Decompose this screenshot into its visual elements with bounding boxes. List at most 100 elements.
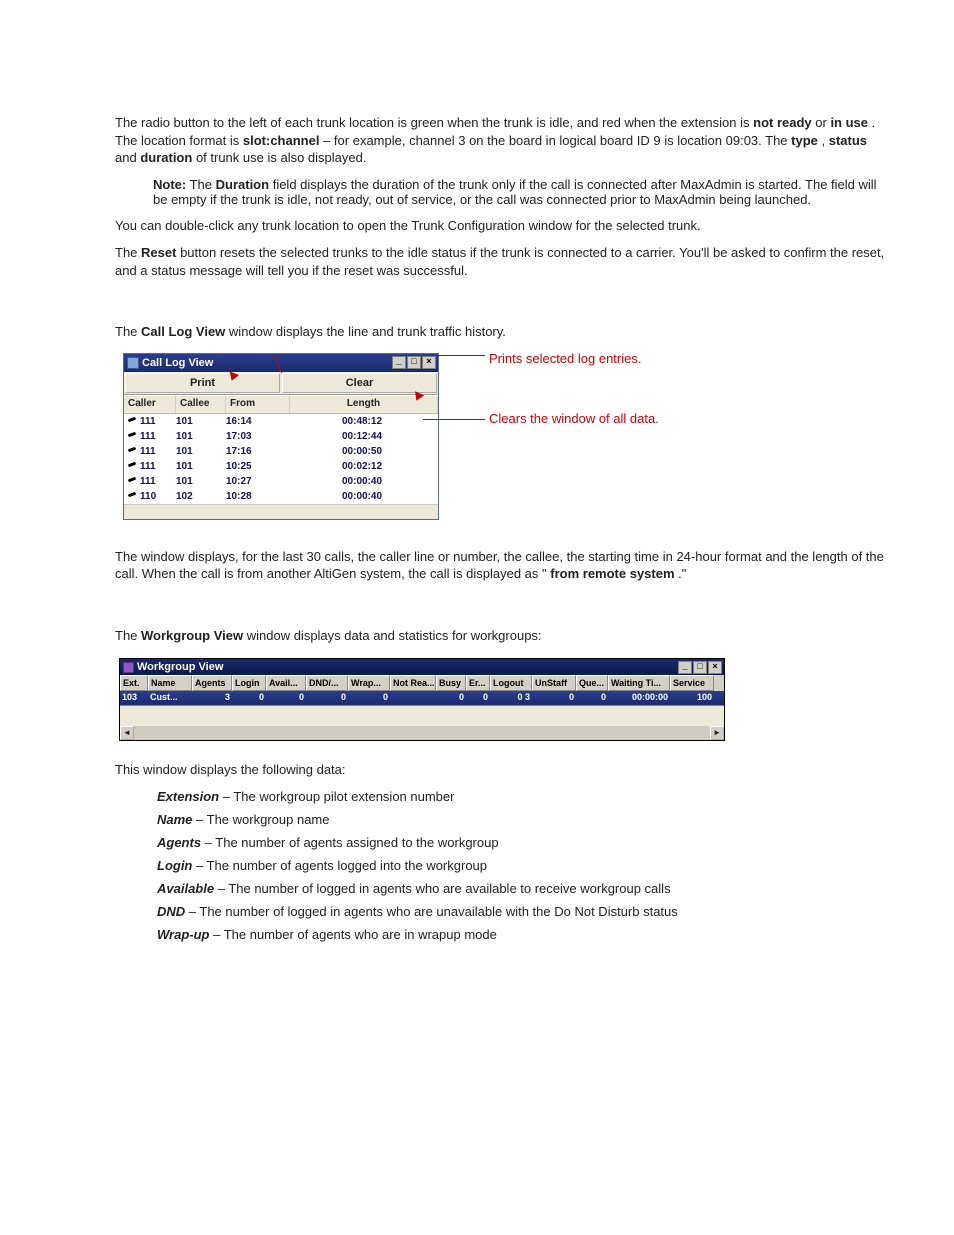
- table-row[interactable]: 11110116:1400:48:12: [124, 414, 438, 429]
- minimize-icon[interactable]: _: [392, 356, 406, 369]
- col-logout[interactable]: Logout: [490, 675, 532, 691]
- col-unstaff[interactable]: UnStaff: [532, 675, 576, 691]
- close-icon[interactable]: ×: [708, 661, 722, 674]
- term: DND: [157, 904, 185, 919]
- col-wrap[interactable]: Wrap...: [348, 675, 390, 691]
- note-label: Note:: [153, 177, 186, 192]
- desc: – The workgroup name: [192, 812, 329, 827]
- cell: 00:00:40: [290, 474, 434, 489]
- cell: 102: [176, 489, 226, 504]
- text-strong: duration: [140, 150, 192, 165]
- term: Name: [157, 812, 192, 827]
- empty-area: [120, 705, 724, 726]
- minimize-icon[interactable]: _: [678, 661, 692, 674]
- cell: 3: [192, 691, 232, 705]
- print-button[interactable]: Print: [125, 373, 280, 393]
- table-row[interactable]: 11110110:2500:02:12: [124, 459, 438, 474]
- paragraph: The Workgroup View window displays data …: [115, 627, 889, 645]
- col-avail[interactable]: Avail...: [266, 675, 306, 691]
- cell: 00:00:50: [290, 444, 434, 459]
- col-from[interactable]: From: [226, 395, 290, 413]
- list-item: Wrap-up – The number of agents who are i…: [157, 927, 889, 942]
- paragraph: The Reset button resets the selected tru…: [115, 244, 889, 279]
- cell: 101: [176, 414, 226, 429]
- col-dnd[interactable]: DND/...: [306, 675, 348, 691]
- phone-icon: [128, 432, 138, 440]
- cell: 17:03: [226, 429, 290, 444]
- cell: 111: [128, 414, 176, 429]
- table-header: Ext. Name Agents Login Avail... DND/... …: [120, 675, 724, 691]
- col-waiting[interactable]: Waiting Ti...: [608, 675, 670, 691]
- phone-icon: [128, 447, 138, 455]
- table-row[interactable]: 11110117:1600:00:50: [124, 444, 438, 459]
- list-item: Agents – The number of agents assigned t…: [157, 835, 889, 850]
- col-caller[interactable]: Caller: [124, 395, 176, 413]
- text: window displays data and statistics for …: [247, 628, 542, 643]
- scroll-right-icon[interactable]: ►: [710, 726, 724, 740]
- col-busy[interactable]: Busy: [436, 675, 466, 691]
- text: The: [115, 628, 141, 643]
- text: The radio button to the left of each tru…: [115, 115, 753, 130]
- cell: 111: [128, 429, 176, 444]
- phone-icon: [128, 492, 138, 500]
- term: Available: [157, 881, 214, 896]
- col-notready[interactable]: Not Rea...: [390, 675, 436, 691]
- text-strong: type: [791, 133, 818, 148]
- cell: 101: [176, 474, 226, 489]
- text: – for example, channel 3 on the board in…: [323, 133, 791, 148]
- phone-icon: [128, 477, 138, 485]
- cell: 0: [436, 691, 466, 705]
- col-ext[interactable]: Ext.: [120, 675, 148, 691]
- text: The: [190, 177, 216, 192]
- scroll-left-icon[interactable]: ◄: [120, 726, 134, 740]
- table-row[interactable]: 11110110:2700:00:40: [124, 474, 438, 489]
- cell: 0: [466, 691, 490, 705]
- table-header: Caller Callee From Length: [124, 395, 438, 414]
- cell: 0: [348, 691, 390, 705]
- desc: – The number of agents logged into the w…: [192, 858, 487, 873]
- col-login[interactable]: Login: [232, 675, 266, 691]
- list-item: Login – The number of agents logged into…: [157, 858, 889, 873]
- col-agents[interactable]: Agents: [192, 675, 232, 691]
- maximize-icon[interactable]: □: [407, 356, 421, 369]
- term: Login: [157, 858, 192, 873]
- paragraph: The Call Log View window displays the li…: [115, 323, 889, 341]
- table-row[interactable]: 103 Cust... 3 0 0 0 0 0 0 0 3 0 0 00:00:…: [120, 691, 724, 705]
- list-item: DND – The number of logged in agents who…: [157, 904, 889, 919]
- term: Extension: [157, 789, 219, 804]
- table-row[interactable]: 11110117:0300:12:44: [124, 429, 438, 444]
- col-service[interactable]: Service: [670, 675, 714, 691]
- workgroup-window: Workgroup View _ □ × Ext. Name Agents Lo…: [119, 658, 725, 741]
- col-callee[interactable]: Callee: [176, 395, 226, 413]
- close-icon[interactable]: ×: [422, 356, 436, 369]
- cell: 00:48:12: [290, 414, 434, 429]
- desc: – The number of logged in agents who are…: [214, 881, 670, 896]
- text: and: [115, 150, 140, 165]
- list-item: Available – The number of logged in agen…: [157, 881, 889, 896]
- call-log-window: Call Log View _ □ × Print Clear Caller C…: [123, 353, 439, 520]
- cell: 101: [176, 444, 226, 459]
- cell: 111: [128, 459, 176, 474]
- paragraph: The radio button to the left of each tru…: [115, 114, 889, 167]
- text-strong: Duration: [216, 177, 269, 192]
- note-block: Note: The Duration field displays the du…: [153, 177, 889, 207]
- call-log-figure: Call Log View _ □ × Print Clear Caller C…: [123, 353, 889, 520]
- col-queue[interactable]: Que...: [576, 675, 608, 691]
- desc: – The workgroup pilot extension number: [219, 789, 454, 804]
- cell: 0: [266, 691, 306, 705]
- clear-button[interactable]: Clear: [282, 373, 437, 393]
- table-row[interactable]: 11010210:2800:00:40: [124, 489, 438, 504]
- cell: Cust...: [148, 691, 192, 705]
- text-strong: in use: [830, 115, 868, 130]
- phone-icon: [128, 462, 138, 470]
- scrollbar[interactable]: ◄ ►: [120, 726, 724, 740]
- desc: – The number of agents assigned to the w…: [201, 835, 499, 850]
- app-icon: [123, 662, 134, 673]
- col-name[interactable]: Name: [148, 675, 192, 691]
- annotation-print: Prints selected log entries.: [489, 351, 641, 366]
- col-error[interactable]: Er...: [466, 675, 490, 691]
- text: window displays the line and trunk traff…: [229, 324, 506, 339]
- text: or: [815, 115, 830, 130]
- cell: 0: [576, 691, 608, 705]
- maximize-icon[interactable]: □: [693, 661, 707, 674]
